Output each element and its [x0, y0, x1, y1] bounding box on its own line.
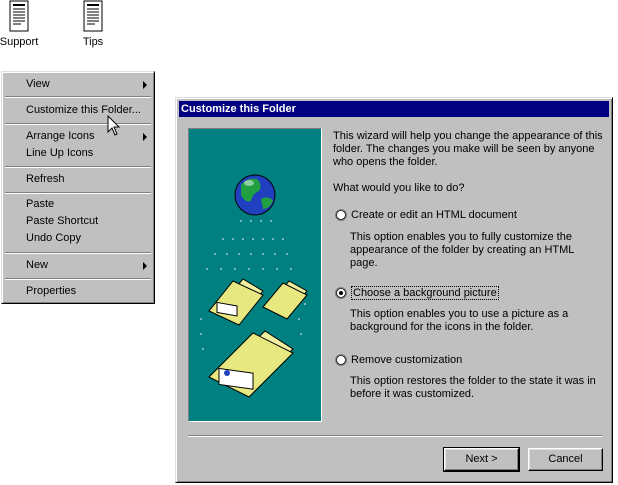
menu-item-label: Arrange Icons — [26, 130, 95, 142]
dialog-title: Customize this Folder — [181, 103, 296, 115]
menu-item-arrange-icons[interactable]: Arrange Icons — [4, 128, 152, 145]
menu-item-label: View — [26, 78, 50, 90]
menu-item-label: Customize this Folder... — [26, 104, 141, 116]
menu-separator — [5, 96, 151, 98]
menu-item-new[interactable]: New — [4, 257, 152, 274]
focus-indicator: Choose a background picture — [351, 286, 499, 300]
option-description: background for the icons in the folder. — [350, 321, 534, 333]
menu-separator — [5, 252, 151, 254]
folders-globe-illustration — [200, 174, 308, 398]
option-description: before it was customized. — [350, 388, 475, 400]
menu-item-refresh[interactable]: Refresh — [4, 171, 152, 188]
option-label-remove-customization[interactable]: Remove customization — [351, 354, 462, 367]
option-description: page. — [350, 257, 378, 269]
menu-item-undo-copy[interactable]: Undo Copy — [4, 230, 152, 247]
menu-separator — [5, 192, 151, 194]
option-description: appearance of the folder by creating an … — [350, 244, 575, 256]
option-description: This option restores the folder to the s… — [350, 375, 596, 387]
option-label-html-document[interactable]: Create or edit an HTML document — [351, 209, 517, 222]
context-menu: View Customize this Folder... Arrange Ic… — [1, 71, 155, 304]
menu-item-label: Undo Copy — [26, 232, 82, 244]
desktop-icon-tips[interactable]: Tips — [68, 0, 118, 48]
menu-item-properties[interactable]: Properties — [4, 283, 152, 300]
option-description: This option enables you to use a picture… — [350, 308, 569, 320]
radio-remove-customization[interactable] — [335, 354, 347, 366]
menu-item-label: Refresh — [26, 173, 65, 185]
option-label-background-picture[interactable]: Choose a background picture — [351, 286, 499, 300]
menu-item-view[interactable]: View — [4, 76, 152, 93]
menu-item-line-up-icons[interactable]: Line Up Icons — [4, 145, 152, 162]
mouse-pointer-icon — [107, 115, 121, 136]
next-button[interactable]: Next > — [443, 447, 520, 472]
cancel-button[interactable]: Cancel — [528, 448, 603, 471]
menu-item-paste-shortcut[interactable]: Paste Shortcut — [4, 213, 152, 230]
radio-html-document[interactable] — [335, 209, 347, 221]
wizard-illustration — [188, 128, 322, 422]
question-text: What would you like to do? — [333, 182, 465, 194]
menu-item-label: New — [26, 259, 49, 271]
desktop-icon-label: Support — [0, 36, 39, 48]
intro-text-line: folder. The changes you make will be see… — [333, 143, 595, 155]
intro-text-line: who opens the folder. — [333, 156, 438, 168]
submenu-arrow-icon — [143, 81, 147, 89]
dialog-divider — [188, 435, 602, 437]
submenu-arrow-icon — [143, 262, 147, 270]
document-icon — [83, 0, 103, 32]
desktop-icon-support[interactable]: Support — [0, 0, 44, 48]
submenu-arrow-icon — [143, 133, 147, 141]
desktop-icon-label: Tips — [82, 36, 104, 48]
menu-item-customize-folder[interactable]: Customize this Folder... — [4, 102, 152, 119]
document-icon — [9, 0, 29, 32]
menu-item-label: Properties — [26, 285, 77, 297]
menu-item-label: Paste — [26, 198, 55, 210]
menu-separator — [5, 278, 151, 280]
menu-item-paste[interactable]: Paste — [4, 196, 152, 213]
dialog-title-bar[interactable]: Customize this Folder — [179, 101, 609, 117]
radio-background-picture[interactable] — [335, 287, 347, 299]
menu-item-label: Paste Shortcut — [26, 215, 99, 227]
intro-text-line: This wizard will help you change the app… — [333, 130, 603, 142]
menu-item-label: Line Up Icons — [26, 147, 94, 159]
menu-separator — [5, 123, 151, 125]
customize-folder-dialog: Customize this Folder This wizard will h… — [175, 97, 613, 483]
menu-separator — [5, 166, 151, 168]
option-description: This option enables you to fully customi… — [350, 231, 572, 243]
